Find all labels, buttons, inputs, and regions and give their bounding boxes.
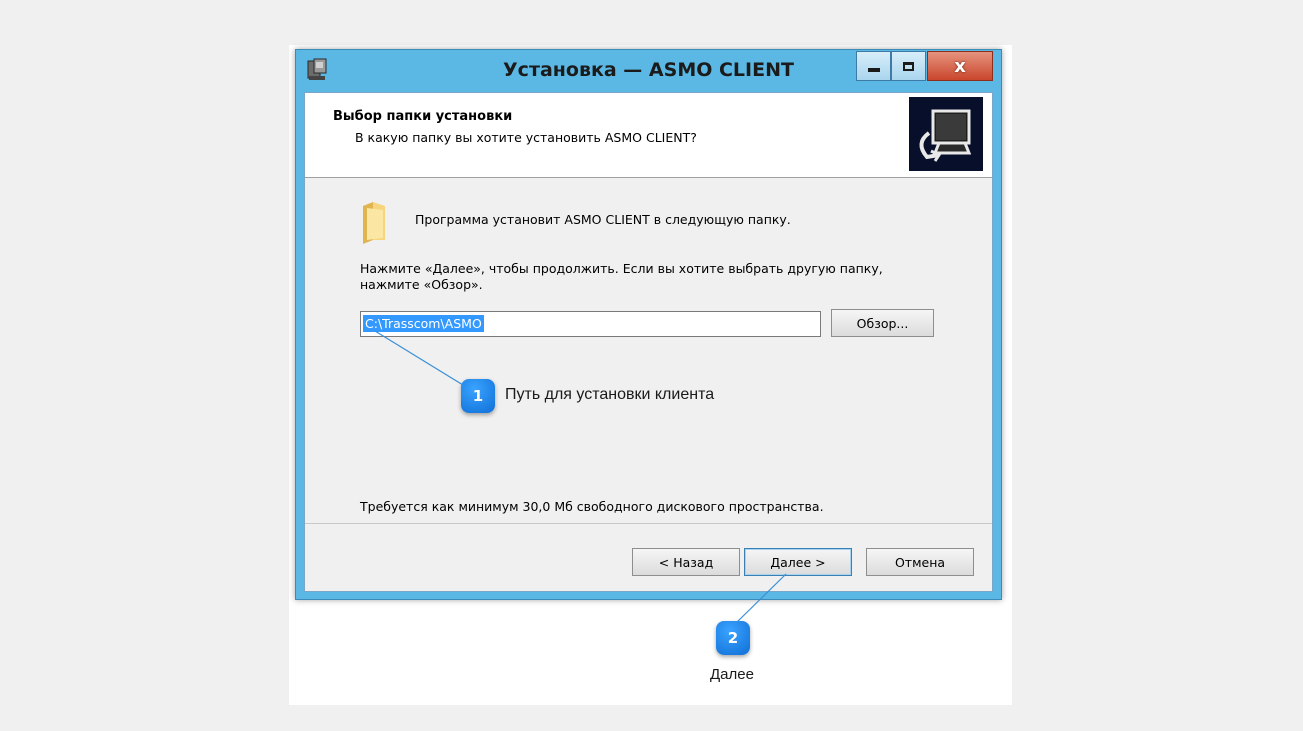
install-path-input[interactable]: C:\Trasscom\ASMO: [360, 311, 821, 337]
wizard-body: Программа установит ASMO CLIENT в следую…: [305, 178, 992, 524]
cancel-button[interactable]: Отмена: [866, 548, 974, 576]
maximize-icon: [903, 61, 914, 71]
wizard-header: Выбор папки установки В какую папку вы х…: [305, 93, 992, 178]
wizard-client-area: Выбор папки установки В какую папку вы х…: [304, 92, 993, 592]
callout2-badge: 2: [716, 621, 750, 655]
instruction-text-line2: нажмите «Обзор».: [360, 277, 483, 292]
close-button[interactable]: x: [927, 51, 993, 81]
wizard-footer: < Назад Далее > Отмена: [305, 524, 992, 591]
instruction-text-line1: Нажмите «Далее», чтобы продолжить. Если …: [360, 261, 883, 276]
close-icon: x: [954, 55, 966, 77]
install-path-value: C:\Trasscom\ASMO: [363, 315, 484, 332]
minimize-icon: [867, 68, 880, 72]
callout1-text: Путь для установки клиента: [505, 386, 715, 403]
folder-icon: [363, 202, 385, 244]
page-title: Выбор папки установки: [333, 109, 513, 124]
minimize-button[interactable]: [856, 51, 891, 81]
next-button[interactable]: Далее >: [744, 548, 852, 576]
installer-computer-icon: [909, 97, 983, 171]
page-subtitle: В какую папку вы хотите установить ASMO …: [355, 130, 697, 145]
callout2-text: Далее: [710, 666, 754, 683]
maximize-button[interactable]: [891, 51, 926, 81]
disk-space-text: Требуется как минимум 30,0 Мб свободного…: [360, 499, 824, 514]
intro-text: Программа установит ASMO CLIENT в следую…: [415, 212, 791, 227]
back-button[interactable]: < Назад: [632, 548, 740, 576]
browse-button[interactable]: Обзор...: [831, 309, 934, 337]
title-bar[interactable]: Установка — ASMO CLIENT x: [296, 50, 1001, 92]
callout1-badge: 1: [461, 379, 495, 413]
installer-window: Установка — ASMO CLIENT x Выбор папки ус…: [295, 49, 1002, 600]
